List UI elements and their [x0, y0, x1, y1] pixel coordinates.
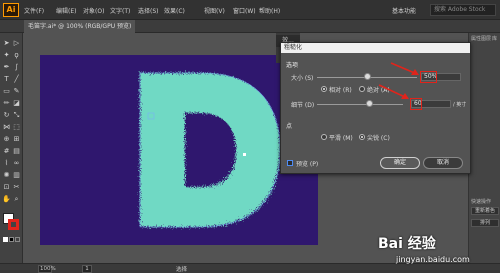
rotate-tool-icon[interactable]: ↻ [2, 111, 11, 120]
zoom-level-field[interactable]: 100% [38, 265, 56, 273]
current-tool-label: 选择 [176, 267, 188, 273]
menu-object[interactable]: 对象(O) [83, 6, 104, 15]
properties-panel: 属性 图层 库 快速操作 重新着色 排列 [468, 33, 500, 263]
menu-file[interactable]: 文件(F) [24, 6, 44, 15]
stroke-swatch[interactable] [8, 219, 19, 230]
tab-properties[interactable]: 属性 [471, 35, 481, 42]
menu-edit[interactable]: 编辑(E) [56, 6, 76, 15]
width-tool-icon[interactable]: ⋈ [2, 123, 11, 132]
slice-tool-icon[interactable]: ✂ [12, 183, 21, 192]
artboard[interactable] [40, 55, 318, 245]
size-annotation-arrow [390, 62, 419, 75]
pen-tool-icon[interactable]: ✒ [2, 63, 11, 72]
pencil-tool-icon[interactable]: ✏ [2, 99, 11, 108]
selection-tool-icon[interactable]: ➤ [2, 39, 11, 48]
recolor-button[interactable]: 重新着色 [471, 207, 499, 215]
menu-window[interactable]: 窗口(W) [233, 6, 256, 15]
size-slider-thumb[interactable] [364, 73, 371, 80]
type-tool-icon[interactable]: T [2, 75, 11, 84]
scale-tool-icon[interactable]: ⤡ [12, 111, 21, 120]
detail-highlight-box [410, 98, 422, 110]
smooth-label: 平滑 (M) [329, 135, 353, 142]
smooth-radio[interactable] [321, 134, 327, 140]
free-transform-icon[interactable]: ⬚ [12, 123, 21, 132]
none-mode-icon[interactable] [15, 237, 20, 242]
dialog-title: 粗糙化 [281, 43, 470, 53]
menu-help[interactable]: 帮助(H) [259, 6, 280, 15]
absolute-radio[interactable] [359, 86, 365, 92]
zoom-tool-icon[interactable]: ⌕ [12, 195, 21, 204]
menu-effect[interactable]: 效果(C) [164, 6, 185, 15]
options-heading: 选项 [286, 62, 299, 69]
tab-libraries[interactable]: 库 [492, 35, 497, 42]
relative-radio[interactable] [321, 86, 327, 92]
fur-letter-d-artwork [139, 72, 281, 228]
size-label: 大小 (S) [291, 75, 314, 82]
stock-search-input[interactable]: 搜索 Adobe Stock [430, 4, 496, 16]
curvature-tool-icon[interactable]: ∫ [12, 63, 21, 72]
workspace-switcher[interactable]: 基本功能 [392, 6, 416, 15]
detail-slider-thumb[interactable] [365, 100, 373, 107]
gradient-tool-icon[interactable]: ▤ [12, 147, 21, 156]
menu-bar: Ai 文件(F) 编辑(E) 对象(O) 文字(T) 选择(S) 效果(C) 视… [0, 0, 500, 20]
line-tool-icon[interactable]: ╱ [12, 75, 21, 84]
quick-actions-heading: 快速操作 [471, 199, 492, 205]
tab-layers[interactable]: 图层 [481, 35, 491, 42]
relative-label: 相对 (R) [329, 87, 352, 94]
menu-type[interactable]: 文字(T) [110, 6, 130, 15]
shape-builder-icon[interactable]: ⊕ [2, 135, 11, 144]
lasso-icon[interactable]: ϙ [12, 51, 21, 60]
rectangle-tool-icon[interactable]: ▭ [2, 87, 11, 96]
corner-radio[interactable] [359, 134, 365, 140]
eyedropper-icon[interactable]: ⌇ [2, 159, 11, 168]
menu-view[interactable]: 视图(V) [204, 6, 225, 15]
points-heading: 点 [286, 123, 293, 130]
detail-slider-track[interactable] [317, 104, 403, 105]
tools-panel: ➤ ▷ ✦ ϙ ✒ ∫ T ╱ ▭ ✎ ✏ ◪ ↻ ⤡ ⋈ ⬚ ⊕ ⊞ # ▤ … [0, 33, 23, 263]
document-tab-bar: 毛笛字.ai* @ 100% (RGB/GPU 预览) [0, 20, 500, 33]
artboard-tool-icon[interactable]: ⊡ [2, 183, 11, 192]
graph-tool-icon[interactable]: ▥ [12, 171, 21, 180]
artboard-number-field[interactable]: 1 [82, 265, 92, 273]
paintbrush-icon[interactable]: ✎ [12, 87, 21, 96]
detail-annotation-arrow [378, 84, 409, 99]
watermark-logo: Bai 经验 [378, 236, 436, 252]
ok-button[interactable]: 确定 [380, 157, 420, 169]
symbol-sprayer-icon[interactable]: ✺ [2, 171, 11, 180]
watermark-url: jingyan.baidu.com [396, 255, 470, 264]
size-highlight-box [420, 71, 437, 83]
direct-selection-tool-icon[interactable]: ▷ [12, 39, 21, 48]
roughen-dialog: 粗糙化 选项 大小 (S) 50% 相对 (R) 绝对 (A) 细节 (D) 6… [280, 42, 471, 174]
app-logo: Ai [3, 3, 19, 17]
hand-tool-icon[interactable]: ✋ [2, 195, 11, 204]
preview-label: 预览 (P) [296, 161, 319, 168]
cancel-button[interactable]: 取消 [423, 157, 463, 169]
detail-label: 细节 (D) [291, 102, 315, 109]
gradient-mode-icon[interactable] [9, 237, 14, 242]
baidu-watermark: Bai 经验 jingyan.baidu.com [374, 233, 498, 271]
menu-select[interactable]: 选择(S) [138, 6, 159, 15]
preview-checkbox[interactable] [287, 160, 293, 166]
perspective-grid-icon[interactable]: ⊞ [12, 135, 21, 144]
corner-label: 尖锐 (C) [367, 135, 390, 142]
document-tab[interactable]: 毛笛字.ai* @ 100% (RGB/GPU 预览) [24, 20, 136, 33]
arrange-button[interactable]: 排列 [471, 219, 499, 227]
eraser-icon[interactable]: ◪ [12, 99, 21, 108]
blend-tool-icon[interactable]: ∞ [12, 159, 21, 168]
mesh-tool-icon[interactable]: # [2, 147, 11, 156]
magic-wand-icon[interactable]: ✦ [2, 51, 11, 60]
color-mode-icon[interactable] [3, 237, 8, 242]
detail-unit: / 英寸 [453, 102, 467, 108]
